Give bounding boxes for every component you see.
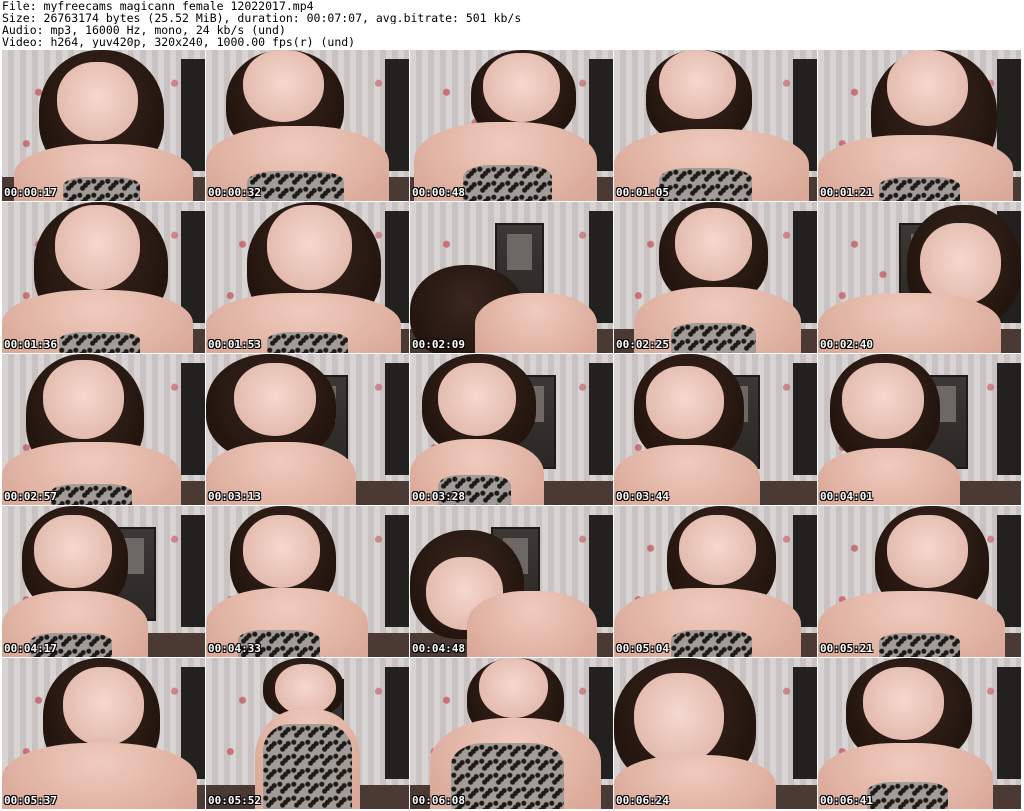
thumbnail-grid: 00:00:17 00:00:32 00:00:48 00:01:05 00:0… — [2, 50, 1022, 810]
thumbnail-frame: 00:01:21 — [818, 50, 1021, 202]
thumbnail-timestamp: 00:06:08 — [412, 794, 465, 807]
thumbnail-timestamp: 00:04:17 — [4, 642, 57, 655]
thumbnail-frame: 00:03:28 — [410, 354, 613, 506]
thumbnail-frame: 00:01:05 — [614, 50, 817, 202]
thumbnail-frame: 00:02:40 — [818, 202, 1021, 354]
thumbnail-frame: 00:03:44 — [614, 354, 817, 506]
thumbnail-frame: 00:06:41 — [818, 658, 1021, 810]
thumbnail-timestamp: 00:05:21 — [820, 642, 873, 655]
file-info-header: File: myfreecams_magicann_female_1202201… — [2, 0, 1022, 50]
video-info-line: Video: h264, yuv420p, 320x240, 1000.00 f… — [2, 36, 356, 48]
thumbnail-timestamp: 00:00:17 — [4, 186, 57, 199]
thumbnail-timestamp: 00:06:41 — [820, 794, 873, 807]
thumbnail-timestamp: 00:01:21 — [820, 186, 873, 199]
thumbnail-timestamp: 00:02:57 — [4, 490, 57, 503]
thumbnail-timestamp: 00:01:36 — [4, 338, 57, 351]
thumbnail-timestamp: 00:05:04 — [616, 642, 669, 655]
thumbnail-timestamp: 00:02:40 — [820, 338, 873, 351]
thumbnail-frame: 00:05:21 — [818, 506, 1021, 658]
thumbnail-timestamp: 00:04:33 — [208, 642, 261, 655]
thumbnail-timestamp: 00:03:44 — [616, 490, 669, 503]
thumbnail-frame: 00:05:04 — [614, 506, 817, 658]
thumbnail-frame: 00:04:33 — [206, 506, 409, 658]
thumbnail-timestamp: 00:03:13 — [208, 490, 261, 503]
thumbnail-frame: 00:03:13 — [206, 354, 409, 506]
thumbnail-timestamp: 00:02:25 — [616, 338, 669, 351]
thumbnail-frame: 00:04:48 — [410, 506, 613, 658]
thumbnail-timestamp: 00:01:53 — [208, 338, 261, 351]
thumbnail-frame: 00:01:36 — [2, 202, 205, 354]
file-size-line: Size: 26763174 bytes (25.52 MiB), durati… — [2, 12, 522, 24]
thumbnail-frame: 00:05:52 — [206, 658, 409, 810]
thumbnail-frame: 00:00:48 — [410, 50, 613, 202]
thumbnail-frame: 00:00:32 — [206, 50, 409, 202]
thumbnail-frame: 00:02:09 — [410, 202, 613, 354]
thumbnail-timestamp: 00:01:05 — [616, 186, 669, 199]
thumbnail-frame: 00:04:17 — [2, 506, 205, 658]
thumbnail-timestamp: 00:00:32 — [208, 186, 261, 199]
thumbnail-frame: 00:04:01 — [818, 354, 1021, 506]
thumbnail-timestamp: 00:04:48 — [412, 642, 465, 655]
audio-info-line: Audio: mp3, 16000 Hz, mono, 24 kb/s (und… — [2, 24, 286, 36]
thumbnail-timestamp: 00:00:48 — [412, 186, 465, 199]
thumbnail-frame: 00:02:57 — [2, 354, 205, 506]
thumbnail-frame: 00:06:24 — [614, 658, 817, 810]
thumbnail-timestamp: 00:02:09 — [412, 338, 465, 351]
file-name-line: File: myfreecams_magicann_female_1202201… — [2, 0, 314, 12]
thumbnail-timestamp: 00:06:24 — [616, 794, 669, 807]
thumbnail-frame: 00:06:08 — [410, 658, 613, 810]
thumbnail-timestamp: 00:05:37 — [4, 794, 57, 807]
thumbnail-frame: 00:05:37 — [2, 658, 205, 810]
thumbnail-frame: 00:02:25 — [614, 202, 817, 354]
thumbnail-timestamp: 00:05:52 — [208, 794, 261, 807]
thumbnail-timestamp: 00:04:01 — [820, 490, 873, 503]
thumbnail-frame: 00:00:17 — [2, 50, 205, 202]
thumbnail-timestamp: 00:03:28 — [412, 490, 465, 503]
thumbnail-frame: 00:01:53 — [206, 202, 409, 354]
